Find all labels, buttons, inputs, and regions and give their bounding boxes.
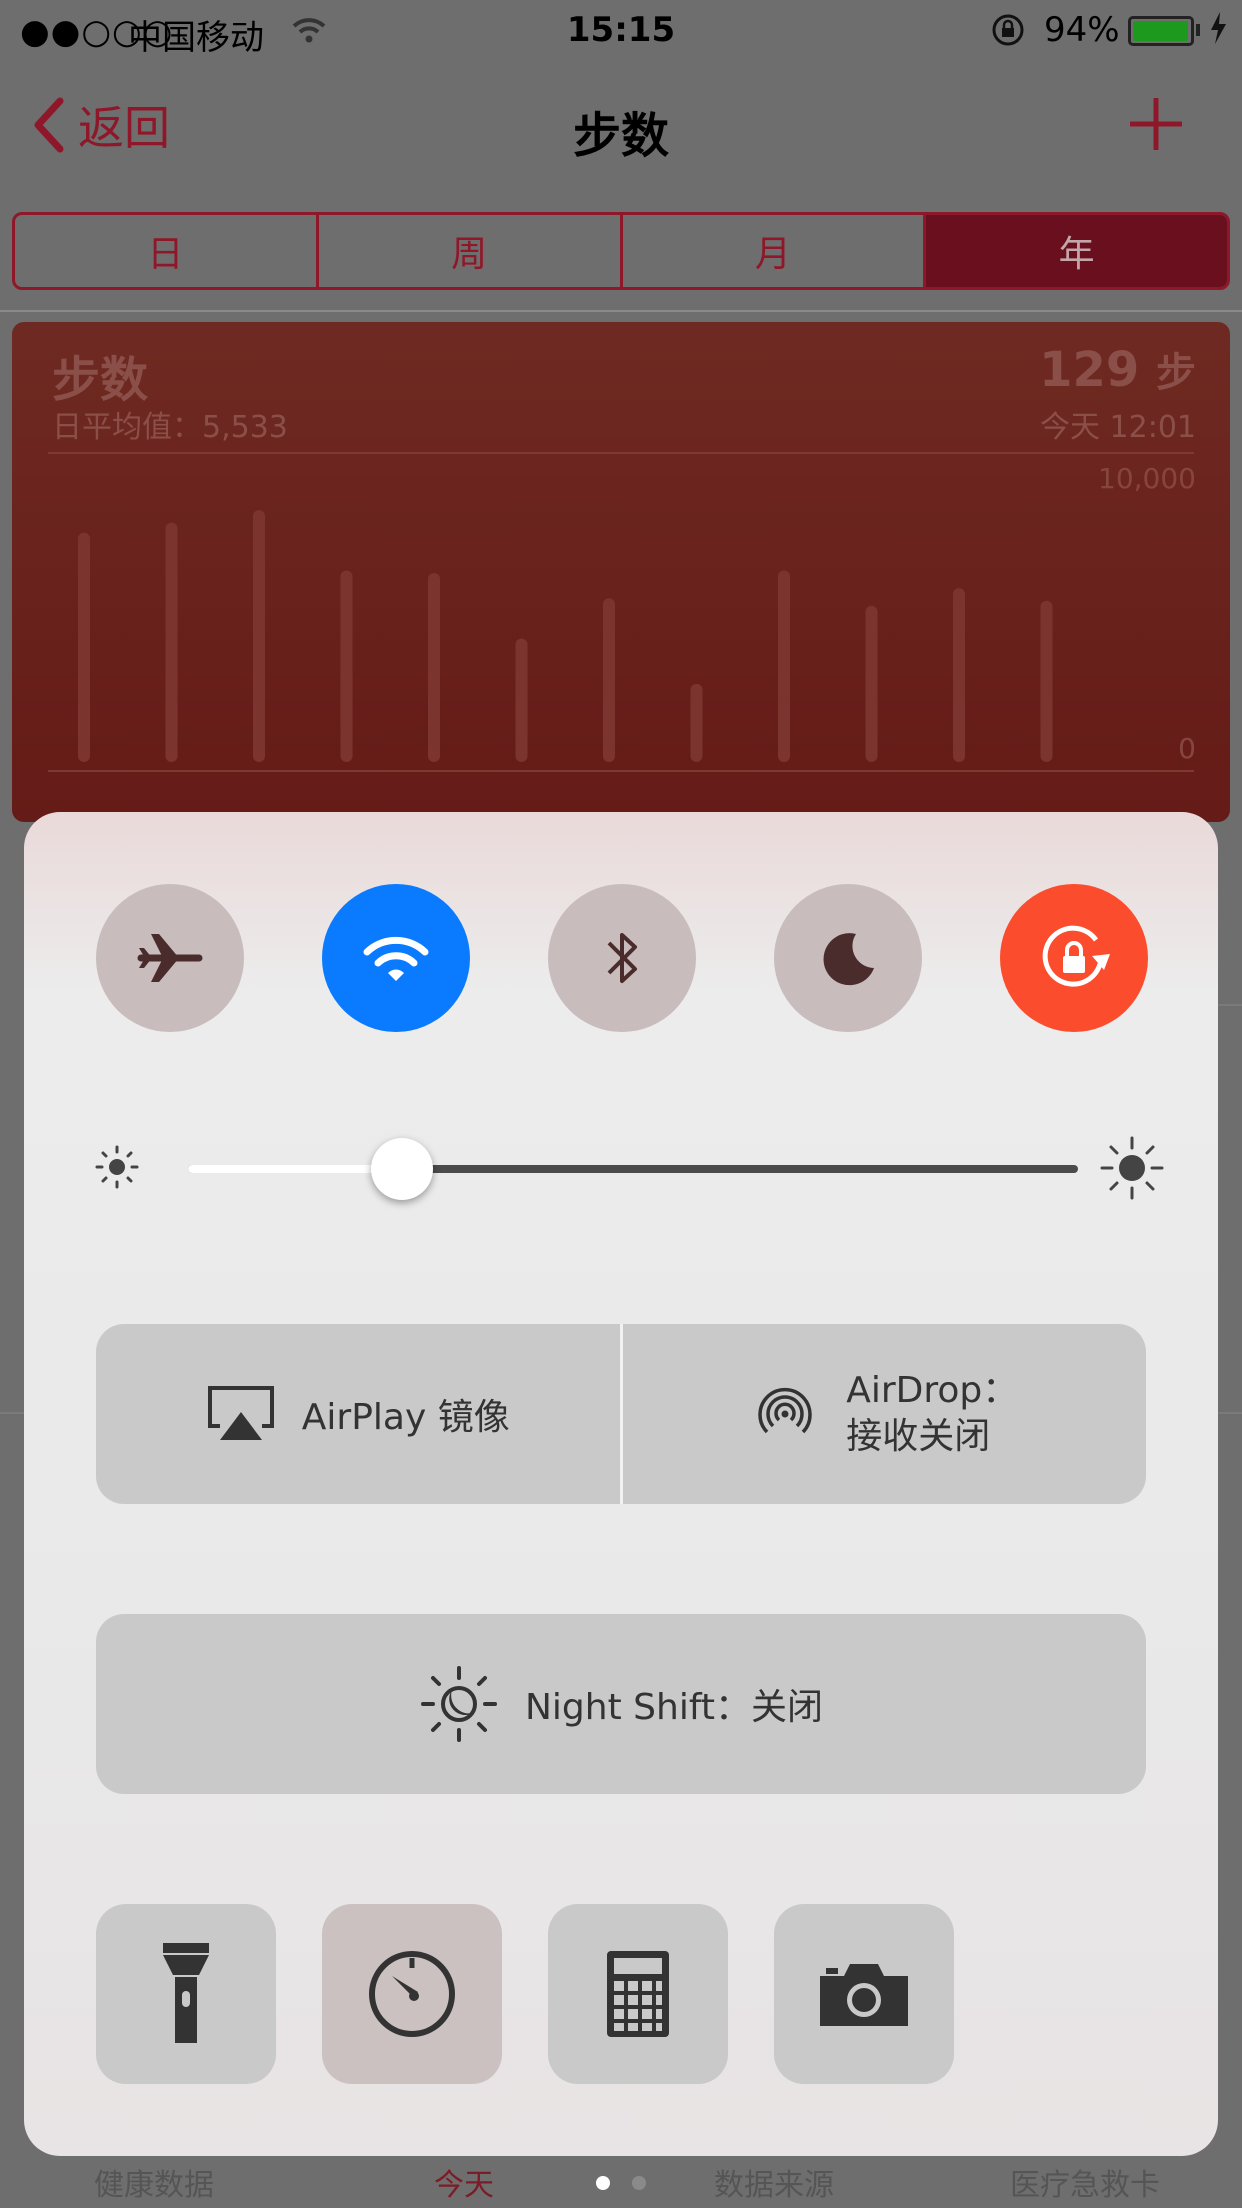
page-indicator[interactable] [596,2176,646,2190]
airdrop-button[interactable]: AirDrop： 接收关闭 [622,1324,1146,1504]
background-separator [0,1412,24,1414]
bar-2 [165,522,178,762]
chart-title: 步数 [52,352,149,408]
period-segmented-control: 日 周 月 年 [12,212,1230,290]
segment-month[interactable]: 月 [623,215,927,287]
brightness-high-icon [1100,1136,1164,1200]
wifi-icon [363,936,429,981]
rotation-lock-icon [990,12,1026,57]
brightness-thumb[interactable] [370,1138,433,1200]
segment-day[interactable]: 日 [15,215,319,287]
tab-sources[interactable]: 数据来源 [714,2160,834,2204]
tab-health-data[interactable]: 健康数据 [94,2160,214,2204]
battery-icon [1128,16,1194,46]
airdrop-title: AirDrop： [846,1370,1019,1411]
rotation-lock-toggle[interactable] [1000,884,1148,1032]
bar-8 [690,683,703,762]
tab-medical-id[interactable]: 医疗急救卡 [1010,2160,1160,2204]
segment-year[interactable]: 年 [926,215,1227,287]
airplay-airdrop-row: AirPlay 镜像 AirDrop： 接收关闭 [96,1324,1146,1504]
bar-12 [1040,600,1053,762]
brightness-track-fill [188,1165,402,1173]
camera-icon [820,1964,908,2026]
flashlight-icon [163,1943,209,2043]
chart-baseline [48,770,1194,772]
daily-average: 日平均值：5,533 [52,410,288,445]
calculator-icon [607,1951,669,2037]
segment-week[interactable]: 周 [319,215,623,287]
y-max-label: 10,000 [1098,462,1196,495]
y-min-label: 0 [1178,732,1196,765]
background-separator [1218,1412,1242,1414]
steps-chart-card[interactable]: 步数 日平均值：5,533 129 步 今天 12:01 10,000 0 [12,322,1230,822]
bar-1 [78,532,90,762]
steps-bar-chart [78,510,1053,762]
value-timestamp: 今天 12:01 [1040,410,1196,445]
night-shift-label: Night Shift：关闭 [525,1687,823,1728]
bar-10 [865,605,878,762]
calculator-button[interactable] [548,1904,728,2084]
airplane-mode-toggle[interactable] [96,884,244,1032]
airdrop-status: 接收关闭 [846,1416,991,1457]
bar-3 [253,510,265,762]
bluetooth-toggle[interactable] [548,884,696,1032]
tab-today[interactable]: 今天 [434,2160,494,2204]
brightness-slider[interactable] [94,1132,1164,1202]
bar-4 [340,570,353,762]
airdrop-icon [758,1387,812,1434]
bar-6 [515,638,528,762]
wifi-toggle[interactable] [322,884,470,1032]
steps-unit: 步 [1156,350,1196,396]
bluetooth-icon [607,933,637,983]
current-value: 129 步 [1039,340,1196,398]
control-center-panel: AirPlay 镜像 AirDrop： 接收关闭 Night Shift：关闭 [24,812,1218,2156]
airplay-label: AirPlay 镜像 [301,1397,510,1438]
status-bar: ●●○○○ 中国移动 15:15 94% [0,0,1242,60]
do-not-disturb-toggle[interactable] [774,884,922,1032]
bar-9 [778,570,790,762]
camera-button[interactable] [774,1904,954,2084]
charging-bolt-icon [1208,10,1228,55]
airdrop-text: AirDrop： 接收关闭 [846,1368,1018,1460]
timer-button[interactable] [322,1904,502,2084]
divider [0,310,1242,312]
airplay-icon [207,1386,274,1440]
brightness-low-icon [95,1145,139,1189]
night-shift-button[interactable]: Night Shift：关闭 [96,1614,1146,1794]
bar-5 [428,573,440,762]
airplay-button[interactable]: AirPlay 镜像 [96,1324,623,1504]
bar-11 [953,588,965,762]
timer-icon [369,1951,455,2037]
battery-percent: 94% [1044,10,1120,50]
airplane-icon [137,934,203,982]
page-dot-1 [596,2176,610,2190]
page-dot-2 [632,2176,646,2190]
flashlight-button[interactable] [96,1904,276,2084]
bar-7 [603,598,615,762]
rotation-lock-icon [1042,925,1110,987]
page-title: 步数 [572,108,669,164]
plus-icon[interactable] [1128,96,1184,152]
battery-tip [1196,24,1200,36]
moon-icon [823,933,874,986]
current-steps: 129 [1039,342,1140,398]
chart-separator [48,452,1194,454]
night-shift-icon [421,1666,497,1742]
background-separator [1218,1004,1242,1006]
